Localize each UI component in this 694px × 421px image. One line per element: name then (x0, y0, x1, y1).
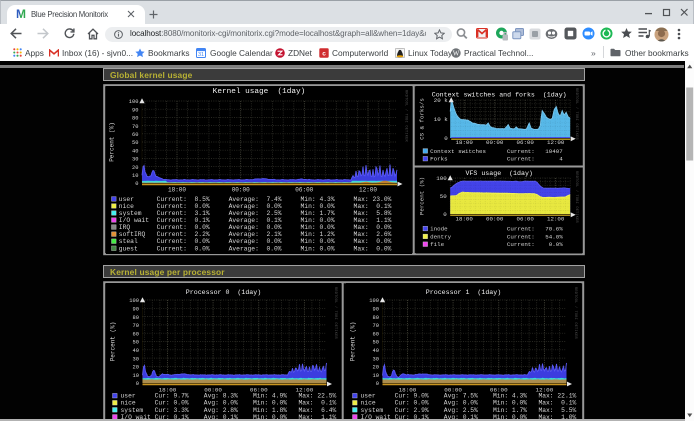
svg-text:20: 20 (132, 165, 138, 171)
svg-text:10: 10 (372, 373, 378, 379)
svg-text:Percent (%): Percent (%) (109, 322, 116, 362)
svg-text:0: 0 (135, 181, 138, 187)
svg-text:20 k: 20 k (434, 97, 448, 104)
svg-text:RRDTOOL / TOBI OETIKER: RRDTOOL / TOBI OETIKER (333, 287, 338, 339)
svg-text:0: 0 (375, 381, 378, 387)
svg-text:10 k: 10 k (434, 116, 448, 123)
svg-text:Percent (%): Percent (%) (109, 122, 116, 162)
svg-text:70: 70 (372, 323, 378, 329)
svg-text:system Cur: 3.3% Avg: 2.8: system Cur: 3.3% Avg: 2.8% Min: 1.8% Max… (120, 407, 336, 414)
svg-text:Context switches and forks (1: Context switches and forks (1day) (432, 92, 567, 99)
svg-text:100: 100 (436, 175, 447, 182)
svg-text:Percent (%): Percent (%) (418, 177, 425, 215)
svg-text:18:00: 18:00 (455, 139, 473, 146)
svg-text:60: 60 (132, 331, 138, 337)
svg-text:guest Current: 0.0% A: guest Current: 0.0% Average: 0.0% Min: 0… (119, 245, 392, 252)
svg-text:90: 90 (372, 307, 378, 313)
svg-text:Forks Current:: Forks Current: 4 (430, 156, 563, 163)
svg-text:90: 90 (132, 307, 138, 313)
svg-text:Context switches Current:: Context switches Current: 10407 (430, 148, 563, 155)
svg-text:40: 40 (372, 348, 378, 354)
svg-text:file Current:: file Current: 0.0% (430, 241, 563, 248)
svg-text:VFS usage (1day): VFS usage (1day) (465, 170, 532, 177)
svg-text:system Current: 3.1% A: system Current: 3.1% Average: 2.5% Min: … (119, 210, 392, 217)
svg-text:50: 50 (132, 140, 138, 146)
svg-text:dentry Current:: dentry Current: 54.0% (430, 233, 563, 240)
svg-text:RRDTOOL / TOBI OETIKER: RRDTOOL / TOBI OETIKER (404, 90, 409, 142)
svg-text:70: 70 (132, 124, 138, 130)
svg-text:06:00: 06:00 (516, 215, 534, 222)
svg-text:50: 50 (132, 340, 138, 346)
svg-text:100: 100 (129, 99, 139, 105)
svg-text:30: 30 (132, 356, 138, 362)
svg-text:Kernel usage (1day): Kernel usage (1day) (213, 88, 306, 96)
svg-text:12:00: 12:00 (359, 187, 377, 194)
svg-text:40: 40 (132, 148, 138, 154)
svg-text:Percent (%): Percent (%) (349, 322, 356, 362)
svg-text:100: 100 (129, 298, 139, 304)
svg-text:RRDTOOL / TOBI OETIKER: RRDTOOL / TOBI OETIKER (573, 287, 578, 339)
svg-text:70: 70 (132, 323, 138, 329)
svg-text:inode Current:: inode Current: 70.6% (430, 226, 563, 233)
svg-text:40: 40 (132, 348, 138, 354)
svg-text:06:00: 06:00 (295, 187, 313, 194)
svg-text:80: 80 (132, 315, 138, 321)
svg-text:00:00: 00:00 (486, 215, 504, 222)
svg-text:50: 50 (372, 340, 378, 346)
svg-text:90: 90 (132, 107, 138, 113)
svg-text:IRQ Current: 0.0% A: IRQ Current: 0.0% Average: 0.0% Min: 0.0… (119, 224, 392, 231)
svg-text:nice Cur: 0.0% Avg: 0.0: nice Cur: 0.0% Avg: 0.0% Min: 0.0% Max: … (360, 400, 576, 407)
svg-text:Processor 1 (1day): Processor 1 (1day) (425, 289, 500, 296)
svg-text:20: 20 (132, 365, 138, 371)
svg-text:06:00: 06:00 (516, 139, 534, 146)
svg-text:user Current: 8.5% A: user Current: 8.5% Average: 7.4% Min: 4.… (119, 196, 392, 203)
svg-text:user Cur: 9.7% Avg: 8.3: user Cur: 9.7% Avg: 8.3% Min: 4.9% Max: … (120, 393, 336, 400)
svg-text:12:00: 12:00 (547, 139, 565, 146)
svg-text:20: 20 (372, 365, 378, 371)
svg-text:RRDTOOL / TOBI OETIKER: RRDTOOL / TOBI OETIKER (574, 171, 579, 223)
svg-text:0: 0 (135, 381, 138, 387)
svg-text:12:00: 12:00 (547, 215, 565, 222)
svg-text:0: 0 (443, 211, 447, 218)
svg-text:RRDTOOL / TOBI OETIKER: RRDTOOL / TOBI OETIKER (574, 88, 579, 140)
svg-text:Processor 0 (1day): Processor 0 (1day) (185, 289, 260, 296)
svg-text:system Cur: 2.9% Avg: 2.5: system Cur: 2.9% Avg: 2.5% Min: 1.7% Max… (360, 407, 576, 414)
svg-text:30: 30 (372, 356, 378, 362)
svg-text:softIRQ Current: 2.2% A: softIRQ Current: 2.2% Average: 2.1% Min:… (119, 231, 392, 238)
svg-text:steal Current: 0.0% A: steal Current: 0.0% Average: 0.0% Min: 0… (119, 238, 392, 245)
svg-text:CS & forks/s: CS & forks/s (418, 98, 425, 140)
svg-text:user Cur: 9.0% Avg: 7.5: user Cur: 9.0% Avg: 7.5% Min: 4.3% Max: … (360, 393, 576, 400)
svg-text:60: 60 (372, 331, 378, 337)
svg-text:nice Cur: 0.0% Avg: 0.0: nice Cur: 0.0% Avg: 0.0% Min: 0.0% Max: … (120, 400, 336, 407)
svg-text:18:00: 18:00 (455, 215, 473, 222)
svg-text:0: 0 (444, 135, 448, 142)
svg-text:10: 10 (132, 373, 138, 379)
svg-text:60: 60 (132, 132, 138, 138)
svg-text:18:00: 18:00 (168, 187, 186, 194)
svg-text:10: 10 (132, 173, 138, 179)
svg-text:100: 100 (369, 298, 379, 304)
svg-text:00:00: 00:00 (232, 187, 250, 194)
svg-text:I/O wait Current: 0.1% A: I/O wait Current: 0.1% Average: 0.1% Min… (119, 217, 392, 224)
svg-text:nice Current: 0.0% A: nice Current: 0.0% Average: 0.0% Min: 0.… (119, 203, 392, 210)
svg-text:00:00: 00:00 (486, 139, 504, 146)
svg-text:80: 80 (372, 315, 378, 321)
svg-text:50: 50 (440, 193, 447, 200)
svg-text:30: 30 (132, 157, 138, 163)
svg-text:80: 80 (132, 116, 138, 122)
